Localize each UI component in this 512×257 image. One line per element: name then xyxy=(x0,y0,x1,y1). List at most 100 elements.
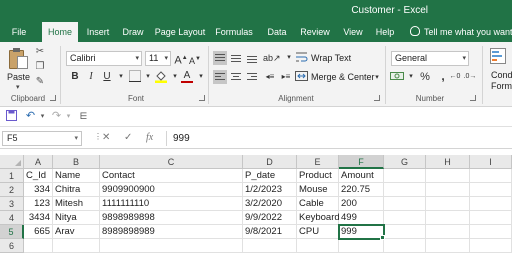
column-header-h[interactable]: H xyxy=(426,155,470,169)
cell-f1[interactable]: Amount xyxy=(339,169,384,183)
cancel-icon[interactable]: ✕ xyxy=(102,132,110,143)
tab-help[interactable]: Help xyxy=(372,22,398,42)
cell-e4[interactable]: Keyboard xyxy=(297,211,340,225)
tab-page-layout[interactable]: Page Layout xyxy=(154,22,206,42)
chevron-down-icon[interactable]: ▾ xyxy=(62,110,75,123)
cell-a2[interactable]: 334 xyxy=(24,183,53,197)
merge-center-button[interactable]: Merge & Center xyxy=(311,72,375,82)
underline-icon[interactable]: U xyxy=(100,70,114,84)
bold-icon[interactable]: B xyxy=(68,70,82,84)
cell-c6[interactable] xyxy=(100,239,243,253)
cell-a6[interactable] xyxy=(24,239,53,253)
cell-b2[interactable]: Chitra xyxy=(53,183,100,197)
cell-f4[interactable]: 499 xyxy=(339,211,384,225)
cut-icon[interactable]: ✂ xyxy=(34,46,46,58)
align-left-icon[interactable] xyxy=(213,70,227,84)
cell-g2[interactable] xyxy=(384,183,426,197)
chevron-down-icon[interactable]: ▾ xyxy=(194,70,208,84)
worksheet-grid[interactable]: A B C D E F G H I 1 C_Id Name Contact P_date Product Am… xyxy=(0,155,512,257)
cell-d2[interactable]: 1/2/2023 xyxy=(243,183,297,197)
cell-c4[interactable]: 9898989898 xyxy=(100,211,243,225)
orientation-icon[interactable]: ab↗ xyxy=(263,51,281,65)
cell-i3[interactable] xyxy=(470,197,512,211)
cell-a5[interactable]: 665 xyxy=(24,225,53,239)
cell-d6[interactable] xyxy=(243,239,297,253)
bottom-align-icon[interactable] xyxy=(245,51,259,65)
cell-e5[interactable]: CPU xyxy=(297,225,339,239)
borders-icon[interactable] xyxy=(128,70,142,84)
wrap-text-icon[interactable] xyxy=(294,51,308,65)
accounting-format-icon[interactable] xyxy=(390,70,404,84)
italic-icon[interactable]: I xyxy=(84,70,98,84)
paste-icon[interactable] xyxy=(9,48,29,70)
cell-g5[interactable] xyxy=(384,225,426,239)
cell-g1[interactable] xyxy=(384,169,426,183)
column-header-b[interactable]: B xyxy=(53,155,100,169)
cell-e3[interactable]: Cable xyxy=(297,197,339,211)
row-header-3[interactable]: 3 xyxy=(0,197,24,211)
cell-c1[interactable]: Contact xyxy=(100,169,243,183)
cell-a4[interactable]: 3434 xyxy=(24,211,53,225)
cell-i2[interactable] xyxy=(470,183,512,197)
shrink-font-icon[interactable]: A▼ xyxy=(188,52,202,66)
number-format-combo[interactable]: General ▾ xyxy=(391,51,469,66)
decrease-decimal-icon[interactable]: .0→ xyxy=(463,70,477,84)
cell-d3[interactable]: 3/2/2020 xyxy=(243,197,297,211)
fill-color-icon[interactable] xyxy=(154,70,168,84)
cell-i5[interactable] xyxy=(470,225,512,239)
name-box[interactable]: F5 ▾ xyxy=(2,131,82,146)
tab-view[interactable]: View xyxy=(340,22,366,42)
cell-c2[interactable]: 9909900900 xyxy=(100,183,243,197)
chevron-down-icon[interactable]: ▾ xyxy=(114,70,128,84)
chevron-down-icon[interactable]: ▾ xyxy=(141,70,155,84)
cell-b6[interactable] xyxy=(53,239,100,253)
column-header-i[interactable]: I xyxy=(470,155,512,169)
row-header-4[interactable]: 4 xyxy=(0,211,24,225)
cell-h6[interactable] xyxy=(426,239,470,253)
cell-b5[interactable]: Arav xyxy=(53,225,100,239)
conditional-formatting-icon[interactable] xyxy=(490,48,506,64)
cell-i4[interactable] xyxy=(470,211,512,225)
merge-center-icon[interactable] xyxy=(294,70,308,84)
format-painter-icon[interactable]: ✎ xyxy=(34,76,46,88)
cell-b1[interactable]: Name xyxy=(53,169,100,183)
chevron-down-icon[interactable]: ▾ xyxy=(370,71,384,85)
cell-f5[interactable]: 999 xyxy=(338,224,385,240)
tab-file[interactable]: File xyxy=(6,22,32,42)
cell-h5[interactable] xyxy=(426,225,470,239)
conditional-formatting-label-1[interactable]: Cond xyxy=(491,70,512,80)
top-align-icon[interactable] xyxy=(213,51,227,65)
cell-a1[interactable]: C_Id xyxy=(24,169,53,183)
column-header-c[interactable]: C xyxy=(100,155,243,169)
row-header-2[interactable]: 2 xyxy=(0,183,24,197)
cell-c3[interactable]: 1111111110 xyxy=(100,197,243,211)
alignment-launcher-icon[interactable] xyxy=(374,95,380,101)
tab-draw[interactable]: Draw xyxy=(118,22,148,42)
number-launcher-icon[interactable] xyxy=(470,95,476,101)
decrease-indent-icon[interactable]: ◂≡ xyxy=(263,70,277,84)
cell-f2[interactable]: 220.75 xyxy=(339,183,384,197)
cell-i1[interactable] xyxy=(470,169,512,183)
cell-h3[interactable] xyxy=(426,197,470,211)
cell-e6[interactable] xyxy=(297,239,339,253)
column-header-d[interactable]: D xyxy=(243,155,297,169)
cell-f6[interactable] xyxy=(339,239,384,253)
cell-a3[interactable]: 123 xyxy=(24,197,53,211)
enter-icon[interactable]: ✓ xyxy=(124,132,132,143)
tab-formulas[interactable]: Formulas xyxy=(214,22,254,42)
column-header-g[interactable]: G xyxy=(384,155,426,169)
cell-h4[interactable] xyxy=(426,211,470,225)
tell-me-box[interactable]: Tell me what you want t xyxy=(410,22,512,42)
cell-g6[interactable] xyxy=(384,239,426,253)
column-header-a[interactable]: A xyxy=(24,155,53,169)
clipboard-launcher-icon[interactable] xyxy=(50,95,56,101)
cell-e1[interactable]: Product xyxy=(297,169,339,183)
save-icon[interactable] xyxy=(5,110,18,123)
align-center-icon[interactable] xyxy=(229,70,243,84)
font-launcher-icon[interactable] xyxy=(199,95,205,101)
row-header-5[interactable]: 5 xyxy=(0,225,24,239)
cell-b4[interactable]: Nitya xyxy=(53,211,100,225)
font-size-combo[interactable]: 11 ▾ xyxy=(145,51,171,66)
customize-toolbar-icon[interactable]: ⋿ xyxy=(77,110,90,123)
paste-dropdown-icon[interactable]: ▾ xyxy=(16,83,20,91)
